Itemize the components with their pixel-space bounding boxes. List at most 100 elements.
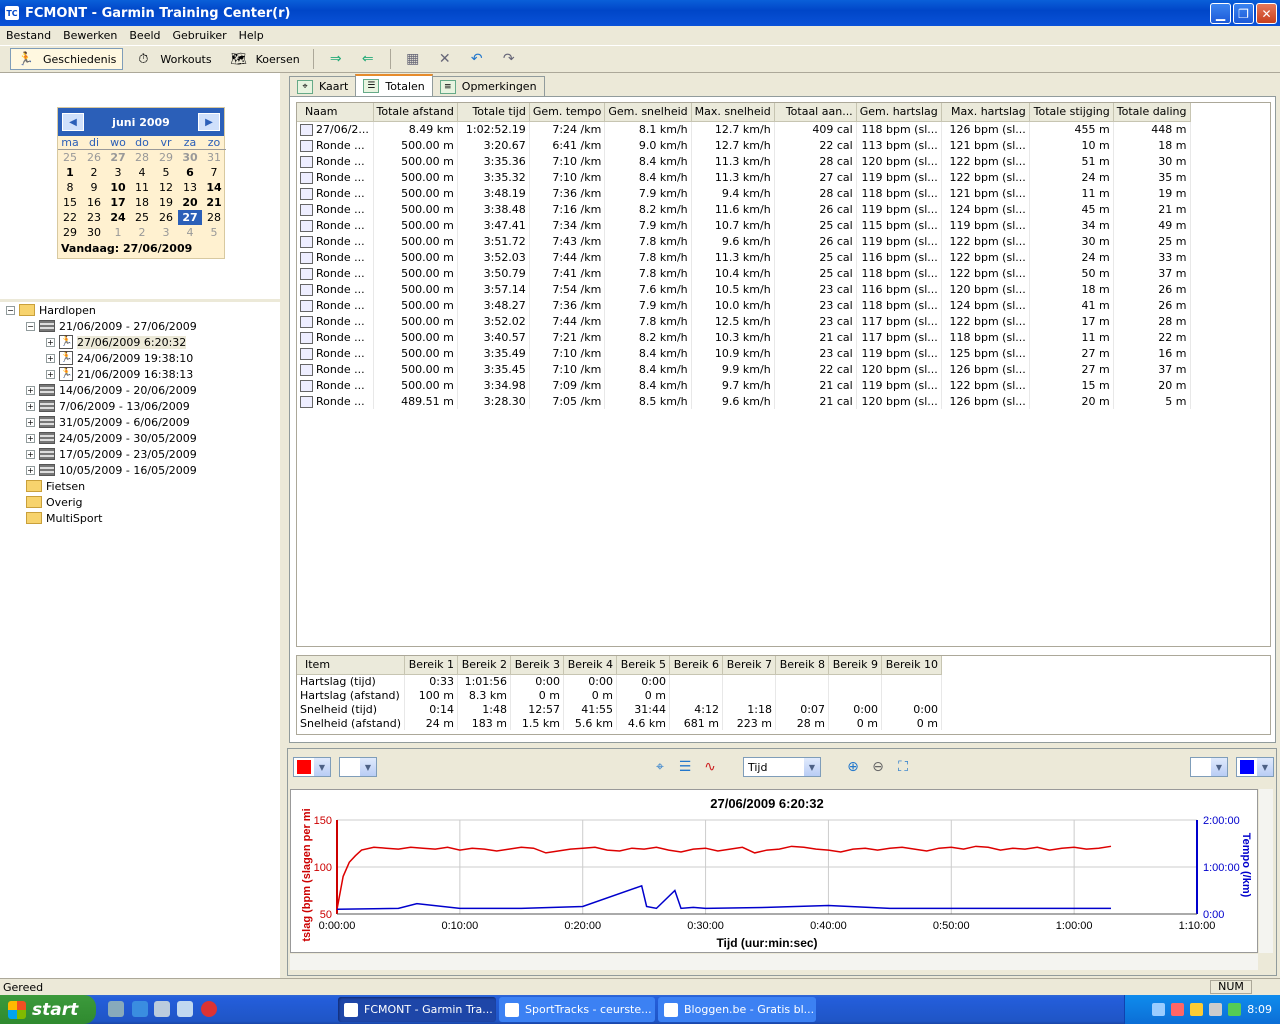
crosshair-icon[interactable]: ⌖: [650, 757, 670, 777]
calendar-day[interactable]: 27: [106, 150, 130, 165]
table-row[interactable]: Ronde ... 489.51 m 3:28.30 7:05 /km 8.5 km/h…: [297, 393, 1191, 409]
table-row[interactable]: Ronde ... 500.00 m 3:20.67 6:41 /km 9.0 km/h…: [297, 137, 1191, 153]
calendar-day[interactable]: 1: [58, 165, 82, 180]
table-row[interactable]: Ronde ... 500.00 m 3:38.48 7:16 /km 8.2 km/h…: [297, 201, 1191, 217]
history-button[interactable]: 🏃 Geschiedenis: [10, 48, 124, 70]
chart-area[interactable]: 0:00:00 0:10:00 0:20:00 0:30:00 0:40:00 0:50:…: [290, 789, 1258, 953]
table-row[interactable]: Hartslag (afstand) 100 m 8.3 km 0 m0 m0 m: [297, 688, 942, 702]
tree-node-week[interactable]: + 31/05/2009 - 6/06/2009: [6, 414, 283, 430]
calendar-day[interactable]: 21: [202, 195, 226, 210]
column-header[interactable]: Bereik 8: [775, 656, 829, 675]
prev-month-button[interactable]: ◀: [62, 113, 84, 131]
tree-node-week[interactable]: + 7/06/2009 - 13/06/2009: [6, 398, 283, 414]
right-series-select[interactable]: ▼: [1190, 757, 1228, 777]
calendar-today[interactable]: Vandaag: 27/06/2009: [58, 240, 224, 257]
table-row[interactable]: Ronde ... 500.00 m 3:48.19 7:36 /km 7.9 km/h…: [297, 185, 1191, 201]
courses-button[interactable]: 🗺 Koersen: [223, 48, 307, 70]
column-header[interactable]: Totale stijging: [1029, 103, 1114, 122]
tree-node-fietsen[interactable]: Fietsen: [6, 478, 283, 494]
column-header[interactable]: Gem. tempo: [529, 103, 606, 122]
calendar-day[interactable]: 20: [178, 195, 202, 210]
left-series-color-select[interactable]: ▼: [293, 757, 331, 777]
expand-icon[interactable]: +: [26, 401, 35, 411]
calendar-day[interactable]: 30: [82, 225, 106, 240]
table-row[interactable]: Ronde ... 500.00 m 3:52.03 7:44 /km 7.8 km/h…: [297, 249, 1191, 265]
tray-icon[interactable]: [1209, 1003, 1223, 1016]
column-header[interactable]: Max. hartslag: [941, 103, 1030, 122]
calendar-day[interactable]: 22: [58, 210, 82, 225]
calendar-day[interactable]: 17: [106, 195, 130, 210]
column-header[interactable]: Gem. hartslag: [856, 103, 942, 122]
tray-icon[interactable]: [1228, 1003, 1242, 1016]
calendar-day[interactable]: 24: [106, 210, 130, 225]
table-row[interactable]: Ronde ... 500.00 m 3:35.36 7:10 /km 8.4 km/h…: [297, 153, 1191, 169]
calendar-day[interactable]: 5: [202, 225, 226, 240]
table-row[interactable]: Ronde ... 500.00 m 3:48.27 7:36 /km 7.9 km/h…: [297, 297, 1191, 313]
calendar-day[interactable]: 3: [154, 225, 178, 240]
column-header[interactable]: Bereik 3: [510, 656, 564, 675]
tree-node-overig[interactable]: Overig: [6, 494, 283, 510]
task-browser[interactable]: Bloggen.be - Gratis bl...: [658, 997, 816, 1022]
tree-node-week[interactable]: + 17/05/2009 - 23/05/2009: [6, 446, 283, 462]
tree-node-week-current[interactable]: − 21/06/2009 - 27/06/2009: [6, 318, 283, 334]
calendar-day[interactable]: 4: [178, 225, 202, 240]
calendar-day[interactable]: 2: [82, 165, 106, 180]
calendar-day[interactable]: 26: [154, 210, 178, 225]
column-header[interactable]: Totale tijd: [457, 103, 530, 122]
calendar-day[interactable]: 3: [106, 165, 130, 180]
expand-icon[interactable]: +: [46, 353, 55, 363]
column-header[interactable]: Bereik 2: [457, 656, 511, 675]
quicklaunch-icon[interactable]: [177, 1001, 193, 1017]
column-header[interactable]: Bereik 1: [404, 656, 458, 675]
minimize-button[interactable]: ▁: [1210, 3, 1231, 24]
receive-from-device-icon[interactable]: ⇐: [356, 49, 380, 69]
table-row[interactable]: Snelheid (tijd) 0:14 1:48 12:57 41:55 31:44 4:…: [297, 702, 942, 716]
close-button[interactable]: ✕: [1256, 3, 1277, 24]
table-row[interactable]: Ronde ... 500.00 m 3:51.72 7:43 /km 7.8 km/h…: [297, 233, 1191, 249]
table-row[interactable]: 27/06/2... 8.49 km 1:02:52.19 7:24 /km 8.1 k…: [297, 121, 1191, 137]
column-header[interactable]: Bereik 5: [616, 656, 670, 675]
ie-icon[interactable]: [132, 1001, 148, 1017]
wave-icon[interactable]: ∿: [700, 757, 720, 777]
workouts-button[interactable]: ⏱ Workouts: [127, 48, 218, 70]
tree-node-activity[interactable]: + 🏃 21/06/2009 16:38:13: [6, 366, 283, 382]
calendar-day[interactable]: 23: [82, 210, 106, 225]
calendar-day[interactable]: 16: [82, 195, 106, 210]
expand-icon[interactable]: +: [26, 449, 35, 459]
calendar-day[interactable]: 29: [154, 150, 178, 165]
tree-node-multisport[interactable]: MultiSport: [6, 510, 283, 526]
chart-horizontal-scrollbar[interactable]: [290, 954, 1258, 970]
table-row[interactable]: Ronde ... 500.00 m 3:57.14 7:54 /km 7.6 km/h…: [297, 281, 1191, 297]
expand-icon[interactable]: +: [46, 369, 55, 379]
zoom-in-icon[interactable]: ⊕: [843, 757, 863, 777]
calendar-day[interactable]: 8: [58, 180, 82, 195]
table-row[interactable]: Ronde ... 500.00 m 3:35.32 7:10 /km 8.4 km/h…: [297, 169, 1191, 185]
calendar-day[interactable]: 2: [130, 225, 154, 240]
calendar-day[interactable]: 12: [154, 180, 178, 195]
tray-icon[interactable]: [1171, 1003, 1185, 1016]
column-header[interactable]: Totaal aan...: [774, 103, 857, 122]
tree-node-activity[interactable]: + 🏃 27/06/2009 6:20:32: [6, 334, 283, 350]
menu-bestand[interactable]: Bestand: [0, 29, 57, 42]
save-icon[interactable]: ▦: [401, 49, 425, 69]
maximize-button[interactable]: ❐: [1233, 3, 1254, 24]
calendar-day[interactable]: 14: [202, 180, 226, 195]
delete-icon[interactable]: ✕: [433, 49, 457, 69]
column-header[interactable]: Bereik 10: [881, 656, 942, 675]
column-header[interactable]: Bereik 7: [722, 656, 776, 675]
column-header[interactable]: Bereik 6: [669, 656, 723, 675]
calendar-day[interactable]: 7: [202, 165, 226, 180]
table-row[interactable]: Ronde ... 500.00 m 3:34.98 7:09 /km 8.4 km/h…: [297, 377, 1191, 393]
expand-icon[interactable]: +: [26, 417, 35, 427]
table-row[interactable]: Ronde ... 500.00 m 3:47.41 7:34 /km 7.9 km/h…: [297, 217, 1191, 233]
column-header[interactable]: Max. snelheid: [691, 103, 775, 122]
calendar-day[interactable]: 25: [130, 210, 154, 225]
right-series-color-select[interactable]: ▼: [1236, 757, 1274, 777]
tree-node-week[interactable]: + 14/06/2009 - 20/06/2009: [6, 382, 283, 398]
calendar-day[interactable]: 25: [58, 150, 82, 165]
expand-icon[interactable]: +: [46, 337, 55, 347]
table-row[interactable]: Ronde ... 500.00 m 3:35.49 7:10 /km 8.4 km/h…: [297, 345, 1191, 361]
quicklaunch-icon[interactable]: [108, 1001, 124, 1017]
collapse-icon[interactable]: −: [26, 321, 35, 331]
column-header[interactable]: Gem. snelheid: [604, 103, 692, 122]
